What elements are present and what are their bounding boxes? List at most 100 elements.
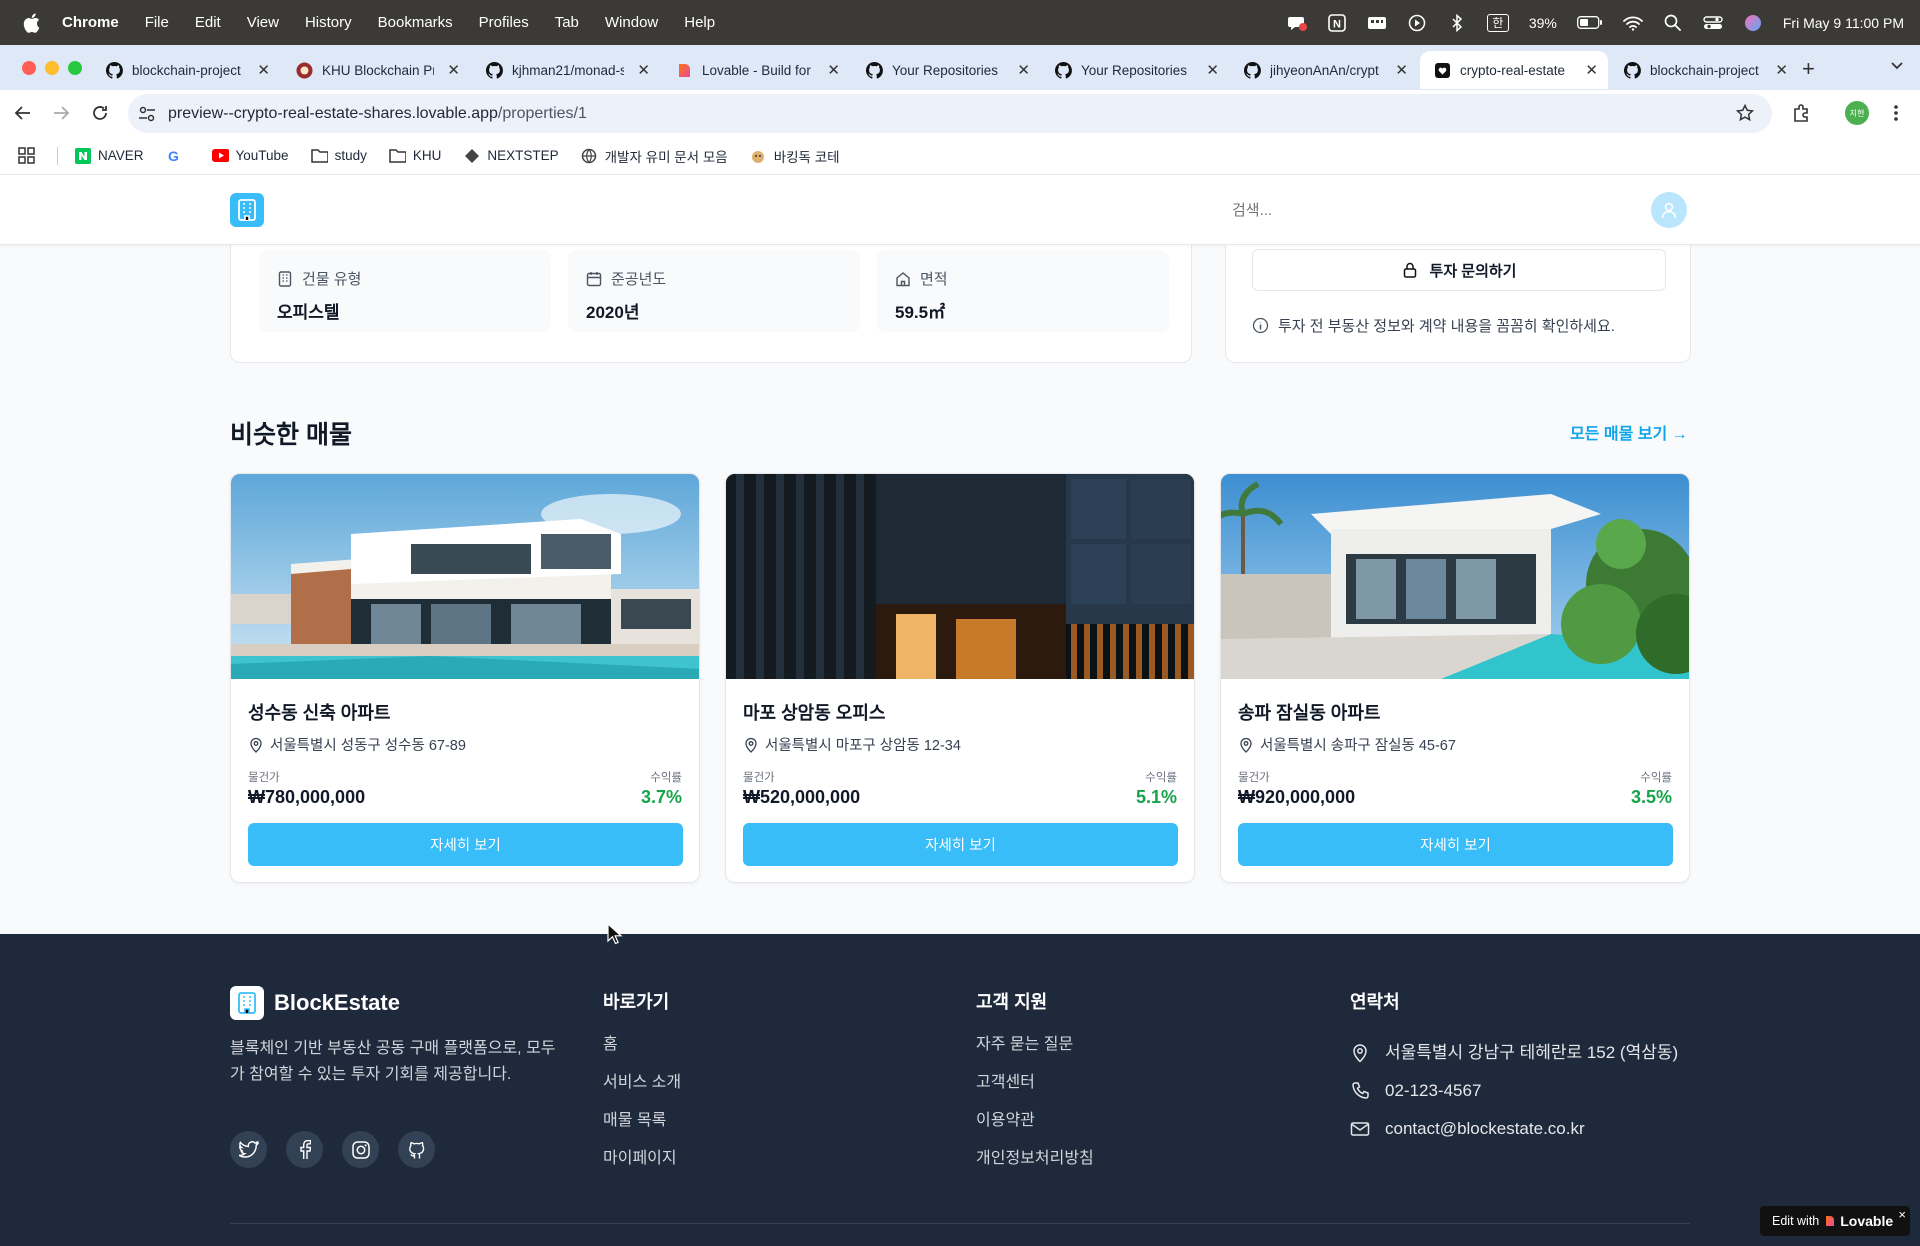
footer-link-mypage[interactable]: 마이페이지 xyxy=(603,1148,681,1186)
browser-tab[interactable]: blockchain-project ✕ xyxy=(92,51,280,89)
chat-status-icon[interactable] xyxy=(1287,14,1307,32)
bookmarks-divider xyxy=(57,146,58,165)
close-tab-icon[interactable]: ✕ xyxy=(257,61,270,79)
property-photo[interactable] xyxy=(231,474,699,679)
footer-link-privacy[interactable]: 개인정보처리방침 xyxy=(976,1148,1094,1186)
property-card: 마포 상암동 오피스 서울특별시 마포구 상암동 12-34 물건가 ₩520,… xyxy=(725,473,1195,883)
view-all-properties-link[interactable]: 모든 매물 보기 → xyxy=(1570,420,1688,444)
chrome-menu-icon[interactable] xyxy=(1885,102,1907,124)
bookmark-youtube[interactable]: YouTube xyxy=(211,147,289,164)
bookmark-barkingdog[interactable]: 바킹독 코테 xyxy=(750,146,840,166)
bluetooth-icon[interactable] xyxy=(1447,13,1467,32)
browser-tab-active[interactable]: crypto-real-estate ✕ xyxy=(1420,51,1608,89)
footer-link-terms[interactable]: 이용약관 xyxy=(976,1110,1094,1148)
footer-link-faq[interactable]: 자주 묻는 질문 xyxy=(976,1034,1094,1072)
property-photo[interactable] xyxy=(1221,474,1689,679)
close-tab-icon[interactable]: ✕ xyxy=(827,61,840,79)
close-tab-icon[interactable]: ✕ xyxy=(637,61,650,79)
back-arrow-icon[interactable] xyxy=(12,102,34,124)
property-name[interactable]: 성수동 신축 아파트 xyxy=(248,699,390,725)
clipboard-icon[interactable] xyxy=(1367,14,1387,32)
menu-edit[interactable]: Edit xyxy=(195,14,221,31)
zoom-window-button[interactable] xyxy=(68,61,82,75)
close-badge-icon[interactable]: × xyxy=(1898,1207,1906,1222)
site-logo[interactable] xyxy=(230,193,264,227)
browser-tab[interactable]: Lovable - Build for ✕ xyxy=(662,51,850,89)
menu-tab[interactable]: Tab xyxy=(555,14,579,31)
naver-icon xyxy=(74,147,91,164)
footer-link-customer-center[interactable]: 고객센터 xyxy=(976,1072,1094,1110)
view-details-button[interactable]: 자세히 보기 xyxy=(743,823,1178,866)
property-name[interactable]: 마포 상암동 오피스 xyxy=(743,699,885,725)
siri-icon[interactable] xyxy=(1743,14,1763,32)
footer-link-home[interactable]: 홈 xyxy=(603,1034,681,1072)
spec-value: 2020년 xyxy=(586,303,640,322)
facebook-icon[interactable] xyxy=(286,1131,323,1168)
menu-history[interactable]: History xyxy=(305,14,352,31)
footer-link-listings[interactable]: 매물 목록 xyxy=(603,1110,681,1148)
view-details-button[interactable]: 자세히 보기 xyxy=(1238,823,1673,866)
bookmark-google[interactable]: G xyxy=(166,147,190,164)
browser-tab[interactable]: Your Repositories ✕ xyxy=(852,51,1040,89)
footer-logo[interactable]: BlockEstate xyxy=(230,986,400,1020)
input-method-icon[interactable]: 한 xyxy=(1486,13,1509,32)
profile-avatar-icon[interactable]: 지현 xyxy=(1845,101,1869,125)
user-avatar[interactable] xyxy=(1651,192,1687,228)
close-tab-icon[interactable]: ✕ xyxy=(447,61,460,79)
menu-view[interactable]: View xyxy=(247,14,279,31)
address-bar[interactable]: preview--crypto-real-estate-shares.lovab… xyxy=(128,94,1772,133)
menu-window[interactable]: Window xyxy=(605,14,658,31)
bookmark-naver[interactable]: NAVER xyxy=(74,147,144,164)
site-settings-icon[interactable] xyxy=(138,105,156,128)
property-name[interactable]: 송파 잠실동 아파트 xyxy=(1238,699,1380,725)
bookmark-nextstep[interactable]: NEXTSTEP xyxy=(463,147,559,164)
menu-profiles[interactable]: Profiles xyxy=(479,14,529,31)
view-details-button[interactable]: 자세히 보기 xyxy=(248,823,683,866)
extensions-puzzle-icon[interactable] xyxy=(1790,102,1812,124)
close-tab-icon[interactable]: ✕ xyxy=(1206,61,1219,79)
forward-arrow-icon[interactable] xyxy=(50,102,72,124)
twitter-icon[interactable] xyxy=(230,1131,267,1168)
footer-link-about[interactable]: 서비스 소개 xyxy=(603,1072,681,1110)
bookmark-khu-folder[interactable]: KHU xyxy=(389,147,441,164)
close-tab-icon[interactable]: ✕ xyxy=(1017,61,1030,79)
menubar-clock[interactable]: Fri May 9 11:00 PM xyxy=(1783,15,1904,31)
github-icon[interactable] xyxy=(398,1131,435,1168)
play-circle-icon[interactable] xyxy=(1407,14,1427,32)
browser-tab[interactable]: kjhman21/monad-s ✕ xyxy=(472,51,660,89)
apple-icon[interactable] xyxy=(20,12,42,34)
close-tab-icon[interactable]: ✕ xyxy=(1585,61,1598,79)
spec-label: 건물 유형 xyxy=(302,271,362,288)
browser-tab[interactable]: Your Repositories ✕ xyxy=(1041,51,1229,89)
edit-with-lovable-badge[interactable]: Edit with Lovable × xyxy=(1760,1206,1910,1236)
bookmark-star-icon[interactable] xyxy=(1735,103,1755,127)
contact-phone[interactable]: 02-123-4567 xyxy=(1350,1072,1678,1110)
wifi-icon[interactable] xyxy=(1622,14,1643,32)
search-input[interactable] xyxy=(1220,191,1620,229)
tab-search-chevron-icon[interactable] xyxy=(1890,58,1904,77)
browser-tab[interactable]: blockchain-project ✕ xyxy=(1610,51,1798,89)
control-center-icon[interactable] xyxy=(1703,14,1723,32)
contact-email[interactable]: contact@blockestate.co.kr xyxy=(1350,1110,1678,1148)
property-photo[interactable] xyxy=(726,474,1194,679)
bookmark-dev-docs[interactable]: 개발자 유미 문서 모음 xyxy=(581,146,728,166)
browser-tab[interactable]: jihyeonAnAn/crypt ✕ xyxy=(1230,51,1418,89)
menu-app-chrome[interactable]: Chrome xyxy=(62,14,119,31)
apps-grid-icon[interactable] xyxy=(18,147,35,164)
menu-help[interactable]: Help xyxy=(684,14,715,31)
battery-icon[interactable] xyxy=(1576,14,1603,32)
menu-file[interactable]: File xyxy=(145,14,169,31)
menu-bookmarks[interactable]: Bookmarks xyxy=(378,14,453,31)
minimize-window-button[interactable] xyxy=(45,61,59,75)
instagram-icon[interactable] xyxy=(342,1131,379,1168)
bookmark-study-folder[interactable]: study xyxy=(310,147,367,164)
close-window-button[interactable] xyxy=(22,61,36,75)
browser-tab[interactable]: KHU Blockchain Pr ✕ xyxy=(282,51,470,89)
close-tab-icon[interactable]: ✕ xyxy=(1395,61,1408,79)
notion-icon[interactable]: N xyxy=(1327,13,1347,32)
new-tab-button[interactable]: + xyxy=(1802,56,1815,82)
reload-icon[interactable] xyxy=(89,102,111,124)
spotlight-search-icon[interactable] xyxy=(1663,14,1683,32)
close-tab-icon[interactable]: ✕ xyxy=(1775,61,1788,79)
investment-inquiry-button[interactable]: 투자 문의하기 xyxy=(1252,249,1666,291)
